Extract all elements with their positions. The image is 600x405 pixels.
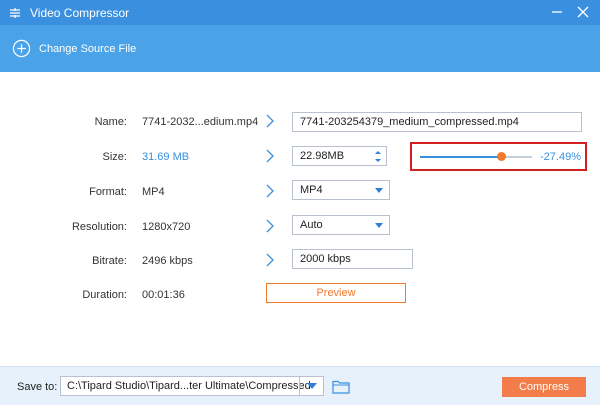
dropdown-arrow-icon bbox=[375, 188, 383, 193]
output-size-text: 22.98MB bbox=[300, 150, 345, 162]
output-name-text: 7741-203254379_medium_compressed.mp4 bbox=[300, 116, 519, 128]
bitrate-label: Bitrate: bbox=[92, 255, 127, 267]
resolution-label: Resolution: bbox=[71, 221, 127, 233]
spinner-arrows-icon[interactable] bbox=[374, 149, 382, 164]
save-to-label: Save to: bbox=[17, 381, 58, 393]
toolbar: Change Source File bbox=[0, 25, 600, 72]
close-icon[interactable] bbox=[575, 4, 591, 20]
output-format-select[interactable]: MP4 bbox=[292, 180, 390, 200]
dropdown-arrow-icon bbox=[307, 383, 317, 389]
output-resolution-select[interactable]: Auto bbox=[292, 215, 390, 235]
format-value: MP4 bbox=[142, 186, 165, 198]
chevron-right-icon bbox=[266, 114, 274, 128]
output-format-text: MP4 bbox=[300, 184, 323, 196]
chevron-right-icon bbox=[266, 219, 274, 233]
size-slider-thumb[interactable] bbox=[497, 152, 506, 161]
bitrate-value: 2496 kbps bbox=[142, 255, 193, 267]
resolution-value: 1280x720 bbox=[142, 221, 191, 233]
change-source-label: Change Source File bbox=[39, 42, 137, 55]
dropdown-arrow-icon bbox=[375, 223, 383, 228]
format-label: Format: bbox=[89, 186, 127, 198]
output-name-field[interactable]: 7741-203254379_medium_compressed.mp4 bbox=[292, 112, 582, 132]
preview-button[interactable]: Preview bbox=[266, 283, 406, 303]
chevron-right-icon bbox=[266, 184, 274, 198]
size-percent-label: -27.49% bbox=[540, 151, 581, 163]
duration-label: Duration: bbox=[82, 289, 127, 301]
save-path-field[interactable]: C:\Tipard Studio\Tipard...ter Ultimate\C… bbox=[60, 376, 324, 396]
chevron-right-icon bbox=[266, 253, 274, 267]
save-path-dropdown[interactable] bbox=[299, 376, 324, 396]
folder-icon[interactable] bbox=[332, 379, 350, 394]
size-label: Size: bbox=[102, 151, 127, 163]
size-slider-highlight: -27.49% bbox=[410, 142, 587, 171]
chevron-right-icon bbox=[266, 149, 274, 163]
output-resolution-text: Auto bbox=[300, 219, 323, 231]
change-source-button[interactable]: Change Source File bbox=[12, 39, 136, 58]
plus-circle-icon bbox=[12, 39, 31, 58]
app-icon bbox=[8, 6, 22, 20]
size-value: 31.69 MB bbox=[142, 151, 190, 163]
duration-value: 00:01:36 bbox=[142, 289, 185, 301]
minimize-icon[interactable] bbox=[549, 4, 565, 20]
size-slider-fill bbox=[420, 156, 501, 158]
compress-button[interactable]: Compress bbox=[502, 377, 586, 397]
output-size-stepper[interactable]: 22.98MB bbox=[292, 146, 387, 166]
output-bitrate-field[interactable]: 2000 kbps bbox=[292, 249, 413, 269]
window-title: Video Compressor bbox=[30, 5, 130, 20]
name-label: Name: bbox=[94, 116, 127, 128]
name-value: 7741-2032...edium.mp4 bbox=[142, 116, 259, 128]
title-bar: Video Compressor bbox=[0, 0, 600, 25]
footer-bar: Save to: C:\Tipard Studio\Tipard...ter U… bbox=[0, 366, 600, 405]
save-path-text: C:\Tipard Studio\Tipard...ter Ultimate\C… bbox=[67, 380, 311, 392]
output-bitrate-text: 2000 kbps bbox=[300, 253, 351, 265]
